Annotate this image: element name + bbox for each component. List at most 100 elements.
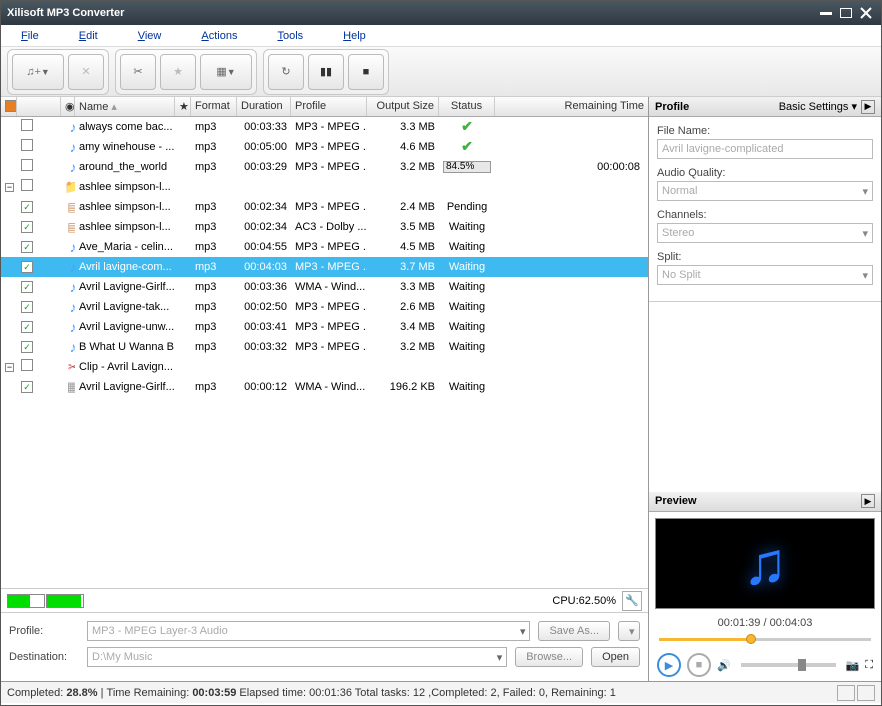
close-button[interactable] (857, 5, 875, 21)
row-checkbox[interactable]: ✓ (21, 301, 33, 313)
cell-status: Waiting (439, 221, 495, 233)
save-as-button[interactable]: Save As... (538, 621, 610, 641)
statusbar-view-button[interactable] (837, 685, 855, 701)
col-name[interactable]: Name ▴ (75, 97, 175, 116)
volume-slider[interactable] (741, 663, 836, 667)
stop-icon: ■ (696, 659, 703, 671)
row-checkbox[interactable]: ✓ (21, 341, 33, 353)
table-row[interactable]: ♪always come bac...mp300:03:33MP3 - MPEG… (1, 117, 648, 137)
profile-menu-button[interactable]: ▾ (618, 621, 640, 641)
pause-button[interactable]: ▮▮ (308, 54, 344, 90)
collapse-toggle[interactable]: − (5, 183, 14, 192)
cell-name: ashlee simpson-l... (75, 221, 175, 233)
table-row[interactable]: ✓♪Avril Lavigne-Girlf...mp300:03:36WMA -… (1, 277, 648, 297)
record-icon[interactable]: ◉ (61, 97, 75, 116)
quality-select[interactable]: Normal▾ (657, 181, 873, 201)
row-checkbox[interactable] (21, 159, 33, 171)
table-row[interactable]: −✂Clip - Avril Lavign... (1, 357, 648, 377)
preview-collapse-button[interactable]: ▶ (861, 494, 875, 508)
volume-icon[interactable]: 🔊 (717, 659, 731, 672)
checkall-box[interactable] (5, 100, 17, 112)
menu-help[interactable]: Help (343, 30, 366, 42)
menu-tools[interactable]: Tools (277, 30, 303, 42)
table-row[interactable]: ✓▤ashlee simpson-l...mp300:02:34AC3 - Do… (1, 217, 648, 237)
filename-input[interactable]: Avril lavigne-complicated (657, 139, 873, 159)
table-row[interactable]: ♪around_the_worldmp300:03:29MP3 - MPEG .… (1, 157, 648, 177)
split-select[interactable]: No Split▾ (657, 265, 873, 285)
menu-file[interactable]: File (21, 30, 39, 42)
statusbar-log-button[interactable] (857, 685, 875, 701)
split-label: Split: (657, 251, 873, 263)
row-checkbox[interactable]: ✓ (21, 281, 33, 293)
col-output[interactable]: Output Size (367, 97, 439, 116)
fullscreen-button[interactable]: ⛶ (865, 659, 873, 672)
row-checkbox[interactable]: ✓ (21, 241, 33, 253)
row-checkbox[interactable]: ✓ (21, 221, 33, 233)
row-checkbox[interactable] (21, 179, 33, 191)
cell-format: mp3 (191, 141, 237, 153)
table-row[interactable]: ✓♪B What U Wanna Bmp300:03:32MP3 - MPEG … (1, 337, 648, 357)
cell-name: Ave_Maria - celin... (75, 241, 175, 253)
row-checkbox[interactable]: ✓ (21, 261, 33, 273)
table-row[interactable]: ✓♪Avril Lavigne-unw...mp300:03:41MP3 - M… (1, 317, 648, 337)
collapse-toggle[interactable]: − (5, 363, 14, 372)
row-checkbox[interactable] (21, 359, 33, 371)
destination-combo[interactable]: D:\My Music▾ (87, 647, 507, 667)
minimize-button[interactable] (817, 5, 835, 21)
cut-button[interactable]: ✂ (120, 54, 156, 90)
col-star[interactable]: ★ (175, 97, 191, 116)
cell-format: mp3 (191, 221, 237, 233)
table-row[interactable]: ✓♪Ave_Maria - celin...mp300:04:55MP3 - M… (1, 237, 648, 257)
menu-actions[interactable]: Actions (201, 30, 237, 42)
menu-view[interactable]: View (138, 30, 162, 42)
cpu-label: CPU:62.50% (552, 595, 616, 607)
add-file-button[interactable]: ♫+▼ (12, 54, 64, 90)
col-remaining[interactable]: Remaining Time (495, 97, 648, 116)
convert-button[interactable]: ↻ (268, 54, 304, 90)
cell-status: 84.5% (439, 160, 495, 172)
table-row[interactable]: ✓♪Avril Lavigne-tak...mp300:02:50MP3 - M… (1, 297, 648, 317)
profile-collapse-button[interactable]: ▶ (861, 100, 875, 114)
table-row[interactable]: ✓▤ashlee simpson-l...mp300:02:34MP3 - MP… (1, 197, 648, 217)
wrench-icon: 🔧 (625, 594, 639, 607)
open-button[interactable]: Open (591, 647, 640, 667)
table-header: ◉ Name ▴ ★ Format Duration Profile Outpu… (1, 97, 648, 117)
cpu-settings-button[interactable]: 🔧 (622, 591, 642, 611)
cell-profile: MP3 - MPEG ... (291, 121, 367, 133)
film-icon: ▦ (65, 379, 75, 395)
cell-status: Waiting (439, 241, 495, 253)
row-checkbox[interactable] (21, 119, 33, 131)
row-checkbox[interactable]: ✓ (21, 381, 33, 393)
cell-format: mp3 (191, 321, 237, 333)
cell-format: mp3 (191, 381, 237, 393)
table-row[interactable]: ✓♪Avril lavigne-com...mp300:04:03MP3 - M… (1, 257, 648, 277)
table-row[interactable]: −📁ashlee simpson-l... (1, 177, 648, 197)
row-checkbox[interactable]: ✓ (21, 201, 33, 213)
row-checkbox[interactable] (21, 139, 33, 151)
cell-duration: 00:02:34 (237, 201, 291, 213)
col-profile[interactable]: Profile (291, 97, 367, 116)
profile-mode[interactable]: Basic Settings ▾ (779, 100, 857, 113)
table-row[interactable]: ♪amy winehouse - ...mp300:05:00MP3 - MPE… (1, 137, 648, 157)
clip-button[interactable]: ▦▼ (200, 54, 252, 90)
browse-button[interactable]: Browse... (515, 647, 583, 667)
row-checkbox[interactable]: ✓ (21, 321, 33, 333)
preview-seek-slider[interactable] (659, 633, 871, 647)
col-duration[interactable]: Duration (237, 97, 291, 116)
stop-button[interactable]: ■ (348, 54, 384, 90)
effects-button[interactable]: ★ (160, 54, 196, 90)
delete-button[interactable]: ✕ (68, 54, 104, 90)
col-format[interactable]: Format (191, 97, 237, 116)
maximize-button[interactable] (837, 5, 855, 21)
note-icon: ♪ (65, 139, 75, 155)
profile-combo[interactable]: MP3 - MPEG Layer-3 Audio▾ (87, 621, 530, 641)
table-row[interactable]: ✓▦Avril Lavigne-Girlf...mp300:00:12WMA -… (1, 377, 648, 397)
snapshot-button[interactable]: 📷 (846, 659, 860, 672)
preview-stop-button[interactable]: ■ (687, 653, 711, 677)
menu-edit[interactable]: Edit (79, 30, 98, 42)
cell-name: Avril Lavigne-unw... (75, 321, 175, 333)
channels-select[interactable]: Stereo▾ (657, 223, 873, 243)
col-status[interactable]: Status (439, 97, 495, 116)
play-button[interactable]: ▶ (657, 653, 681, 677)
file-table[interactable]: ♪always come bac...mp300:03:33MP3 - MPEG… (1, 117, 648, 588)
